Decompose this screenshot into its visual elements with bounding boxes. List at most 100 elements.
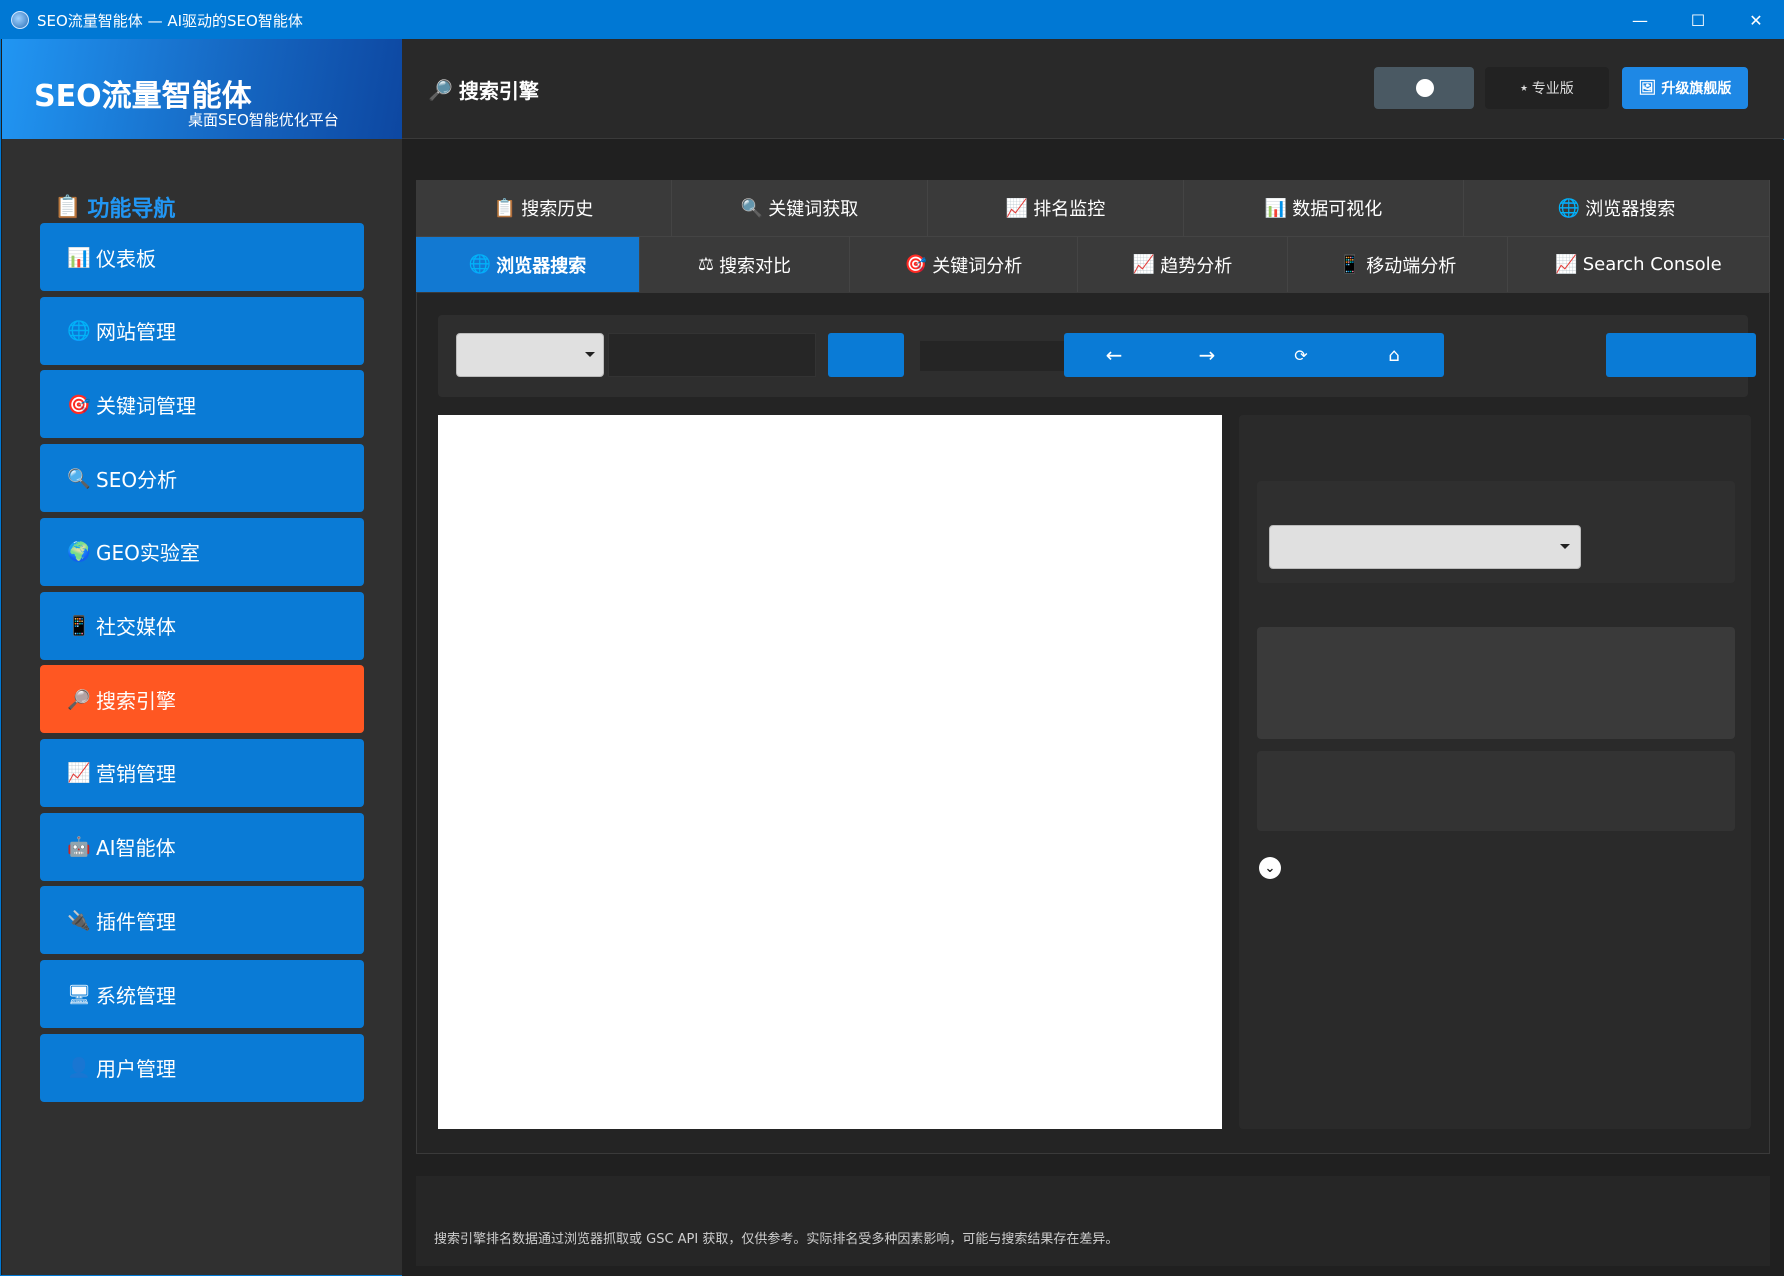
star-icon: ⭑ <box>1520 80 1528 96</box>
toggle-knob <box>1416 79 1434 97</box>
search-icon: 🔎 <box>67 688 91 711</box>
forward-button[interactable]: → <box>1157 333 1257 377</box>
search-query-input[interactable] <box>608 333 816 377</box>
page-title: 🔎 搜索引擎 <box>428 75 539 104</box>
sidebar-item-label: 用户管理 <box>96 1057 176 1082</box>
tab-label: 浏览器搜索 <box>496 255 587 277</box>
theme-toggle[interactable] <box>1374 67 1474 109</box>
upgrade-button[interactable]: 🖼 升级旗舰版 <box>1622 67 1748 109</box>
sidebar-item-6[interactable]: 🔎 搜索引擎 <box>40 665 364 734</box>
sidebar-item-label: 搜索引擎 <box>96 688 176 713</box>
sidebar-item-3[interactable]: 🔍 SEO分析 <box>40 444 364 513</box>
tab-label: 关键词分析 <box>932 255 1023 277</box>
user-icon: 👤 <box>67 1057 91 1080</box>
tab-icon: 🌐 <box>468 254 492 275</box>
tab-label: 搜索对比 <box>719 255 792 277</box>
tab-tabs_row1-4[interactable]: 🌐 浏览器搜索 <box>1464 180 1770 236</box>
title-bar: SEO流量智能体 — AI驱动的SEO智能体 — ☐ ✕ <box>1 1 1784 39</box>
upgrade-label: 升级旗舰版 <box>1661 81 1732 97</box>
tab-tabs_row2-3[interactable]: 📈 趋势分析 <box>1078 237 1288 292</box>
sidebar-item-5[interactable]: 📱 社交媒体 <box>40 591 364 660</box>
browser-view[interactable] <box>438 415 1222 1129</box>
sidebar-item-label: 系统管理 <box>96 983 176 1008</box>
tab-icon: 📈 <box>1132 254 1156 275</box>
brand-header: SEO流量智能体 桌面SEO智能优化平台 <box>2 39 402 139</box>
extract-button[interactable] <box>1606 333 1756 377</box>
sidebar-item-2[interactable]: 🎯 关键词管理 <box>40 370 364 439</box>
app-icon <box>11 11 29 29</box>
browser-toolbar: ← → ⟳ ⌂ <box>438 315 1756 397</box>
tab-tabs_row1-3[interactable]: 📊 数据可视化 <box>1184 180 1464 236</box>
minimize-button[interactable]: — <box>1611 1 1669 39</box>
tab-tabs_row2-1[interactable]: ⚖ 搜索对比 <box>640 237 850 292</box>
tab-icon: 🌐 <box>1557 197 1581 219</box>
plugin-icon: 🔌 <box>67 909 91 932</box>
tab-row-secondary: 🌐 浏览器搜索 ⚖ 搜索对比 🎯 关键词分析 📈 趋势分析 📱 移动端分析 📈 Search Cons… <box>416 236 1770 292</box>
target-icon: 🎯 <box>67 393 91 416</box>
sidebar-item-label: 关键词管理 <box>96 393 196 418</box>
tab-label: 关键词获取 <box>768 199 859 220</box>
plan-badge: ⭑ 专业版 <box>1485 67 1609 109</box>
trend-icon: 📈 <box>67 762 91 785</box>
sidebar-item-label: AI智能体 <box>96 836 176 861</box>
tab-icon: 📈 <box>1005 197 1029 219</box>
image-icon: 🖼 <box>1638 80 1657 96</box>
clipboard-icon: 📋 <box>54 194 82 220</box>
sidebar-item-11[interactable]: 👤 用户管理 <box>40 1033 364 1102</box>
browser-search-panel: ← → ⟳ ⌂ ⌄ <box>416 292 1770 1154</box>
page-header: 🔎 搜索引擎 ⭑ 专业版 🖼 升级旗舰版 <box>402 39 1784 139</box>
search-engine-select[interactable] <box>456 333 604 377</box>
filter-select[interactable] <box>1269 525 1581 569</box>
sidebar-item-9[interactable]: 🔌 插件管理 <box>40 886 364 955</box>
tab-label: 数据可视化 <box>1292 199 1383 220</box>
tab-tabs_row1-0[interactable]: 📋 搜索历史 <box>416 180 672 236</box>
tab-label: 趋势分析 <box>1160 255 1233 277</box>
tab-tabs_row1-2[interactable]: 📈 排名监控 <box>928 180 1184 236</box>
results-side-panel: ⌄ <box>1239 415 1751 1129</box>
sidebar-item-7[interactable]: 📈 营销管理 <box>40 738 364 807</box>
sidebar-item-label: SEO分析 <box>96 467 178 492</box>
dropdown-arrow-icon <box>585 352 595 357</box>
sidebar-item-1[interactable]: 🌐 网站管理 <box>40 296 364 365</box>
sidebar-item-4[interactable]: 🌍 GEO实验室 <box>40 517 364 586</box>
tab-tabs_row2-5[interactable]: 📈 Search Console <box>1508 237 1770 292</box>
sidebar-item-label: 社交媒体 <box>96 615 176 639</box>
tab-tabs_row1-1[interactable]: 🔍 关键词获取 <box>672 180 928 236</box>
app-window: SEO流量智能体 — AI驱动的SEO智能体 — ☐ ✕ SEO流量智能体 桌面… <box>0 0 1784 1276</box>
dropdown-arrow-icon <box>1560 544 1570 549</box>
robot-icon: 🤖 <box>67 836 91 859</box>
tab-tabs_row2-0[interactable]: 🌐 浏览器搜索 <box>416 237 640 292</box>
globe-icon: 🌐 <box>67 320 91 343</box>
footer-note-bar: 搜索引擎排名数据通过浏览器抓取或 GSC API 获取，仅供参考。实际排名受多种… <box>416 1176 1770 1266</box>
tab-icon: ⚖ <box>697 254 715 275</box>
back-button[interactable]: ← <box>1064 333 1164 377</box>
tab-tabs_row2-2[interactable]: 🎯 关键词分析 <box>850 237 1078 292</box>
window-title: SEO流量智能体 — AI驱动的SEO智能体 <box>37 11 303 30</box>
nav-title: 📋 功能导航 <box>54 191 175 223</box>
chart-icon: 📊 <box>67 246 91 269</box>
maximize-button[interactable]: ☐ <box>1669 1 1727 39</box>
refresh-button[interactable]: ⟳ <box>1251 333 1351 377</box>
sidebar-item-label: 网站管理 <box>96 320 176 345</box>
sidebar-item-8[interactable]: 🤖 AI智能体 <box>40 812 364 881</box>
tab-label: Search Console <box>1582 254 1722 275</box>
close-button[interactable]: ✕ <box>1727 1 1784 39</box>
tab-tabs_row2-4[interactable]: 📱 移动端分析 <box>1288 237 1508 292</box>
page-title-label: 搜索引擎 <box>458 79 539 103</box>
tab-icon: 📱 <box>1338 254 1362 275</box>
home-button[interactable]: ⌂ <box>1344 333 1444 377</box>
window-controls: — ☐ ✕ <box>1611 1 1784 39</box>
sidebar-item-10[interactable]: 🖥 系统管理 <box>40 960 364 1028</box>
expand-chevron-icon[interactable]: ⌄ <box>1259 857 1281 879</box>
sidebar-item-0[interactable]: 📊 仪表板 <box>40 223 364 291</box>
plan-badge-label: 专业版 <box>1531 81 1574 97</box>
sidebar-item-label: GEO实验室 <box>96 541 200 566</box>
tab-label: 移动端分析 <box>1366 255 1457 277</box>
search-button[interactable] <box>828 333 904 377</box>
tab-icon: 📋 <box>493 197 517 219</box>
tab-icon: 📊 <box>1264 197 1288 219</box>
disclaimer-text: 搜索引擎排名数据通过浏览器抓取或 GSC API 获取，仅供参考。实际排名受多种… <box>434 1232 1119 1247</box>
earth-icon: 🌍 <box>67 541 91 564</box>
monitor-icon: 🖥 <box>66 983 92 1006</box>
sidebar-item-label: 插件管理 <box>96 909 176 934</box>
